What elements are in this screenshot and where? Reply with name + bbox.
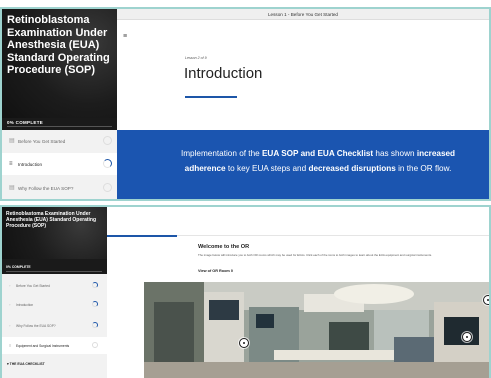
- status-ring-icon: [92, 342, 98, 348]
- course-sidebar: Retinoblastoma Examination Under Anesthe…: [2, 9, 117, 199]
- hotspot-marker-icon[interactable]: [462, 332, 472, 342]
- nav-item-label: Equipment and Surgical Instruments: [16, 344, 70, 348]
- statement-band: Implementation of the EUA SOP and EUA Ch…: [117, 130, 489, 199]
- section-title: Welcome to the OR: [198, 244, 250, 250]
- nav-item-equipment-and-surgical-instruments[interactable]: ≡ Equipment and Surgical Instruments: [2, 337, 107, 354]
- course-title: Retinoblastoma Examination Under Anesthe…: [6, 211, 97, 229]
- progress-label: 0% COMPLETE: [6, 265, 31, 269]
- progress-bar: [6, 271, 102, 272]
- nav-item-label: Introduction: [18, 162, 43, 167]
- status-ring-icon: [103, 159, 112, 168]
- status-ring-icon: [92, 282, 98, 288]
- status-ring-icon: [92, 322, 98, 328]
- divider: [177, 235, 489, 236]
- intro-text: The image below will introduce you to bo…: [198, 253, 432, 257]
- nav-item-label: Introduction: [16, 303, 34, 307]
- title-underline: [185, 96, 237, 98]
- document-icon: ▤: [9, 185, 15, 191]
- lesson-title: Introduction: [184, 65, 263, 82]
- lesson-progress-line: [107, 235, 177, 237]
- nav-item-before-you-get-started[interactable]: ▤ Before You Get Started: [2, 130, 117, 152]
- lesson-count: Lesson 2 of 9: [185, 56, 207, 60]
- welcome-to-the-or-screenshot: Retinoblastoma Examination Under Anesthe…: [0, 205, 491, 378]
- nav-item-introduction[interactable]: ≡ Introduction: [2, 153, 117, 175]
- nav-item-label: Before You Get Started: [16, 284, 50, 288]
- document-icon: ◦: [9, 323, 11, 328]
- image-caption: View of OR Room 0: [198, 269, 233, 273]
- nav-item-label: Before You Get Started: [18, 139, 66, 144]
- lesson-introduction-screenshot: Retinoblastoma Examination Under Anesthe…: [0, 7, 491, 201]
- menu-icon[interactable]: ≡: [123, 33, 127, 40]
- nav-item-label: Why Follow the EUA SOP?: [16, 324, 56, 328]
- section-eua-checklist[interactable]: ▾ THE EUA CHECKLIST: [2, 357, 107, 371]
- status-ring-icon: [103, 136, 112, 145]
- status-ring-icon: [92, 301, 98, 307]
- lesson-nav: ▤ Before You Get Started ≡ Introduction …: [2, 130, 117, 199]
- lesson-header-bar: Lesson 1 - Before You Get Started: [117, 9, 489, 20]
- hotspot-marker-icon[interactable]: [483, 295, 489, 305]
- document-icon: ◦: [9, 283, 11, 288]
- lesson-header-title: Lesson 1 - Before You Get Started: [268, 12, 338, 17]
- course-title: Retinoblastoma Examination Under Anesthe…: [7, 14, 110, 76]
- progress-bar: [7, 126, 112, 127]
- progress-label: 0% COMPLETE: [7, 120, 44, 125]
- nav-item-label: Why Follow the EUA SOP?: [18, 186, 74, 191]
- document-icon: ▤: [9, 138, 15, 144]
- nav-item-before-you-get-started[interactable]: ◦ Before You Get Started: [2, 277, 107, 294]
- nav-item-introduction[interactable]: ◦ Introduction: [2, 296, 107, 313]
- operating-room-photo: [144, 282, 489, 378]
- nav-item-why-follow-the-eua-sop[interactable]: ▤ Why Follow the EUA SOP?: [2, 177, 117, 199]
- document-icon: ≡: [9, 343, 12, 348]
- section-label: ▾ THE EUA CHECKLIST: [7, 362, 45, 366]
- nav-item-why-follow-the-eua-sop[interactable]: ◦ Why Follow the EUA SOP?: [2, 317, 107, 334]
- course-sidebar: Retinoblastoma Examination Under Anesthe…: [2, 207, 107, 378]
- document-icon: ≡: [9, 161, 13, 167]
- hotspot-marker-icon[interactable]: [239, 338, 249, 348]
- document-icon: ◦: [9, 302, 11, 307]
- status-ring-icon: [103, 183, 112, 192]
- statement-text: Implementation of the EUA SOP and EUA Ch…: [180, 149, 456, 173]
